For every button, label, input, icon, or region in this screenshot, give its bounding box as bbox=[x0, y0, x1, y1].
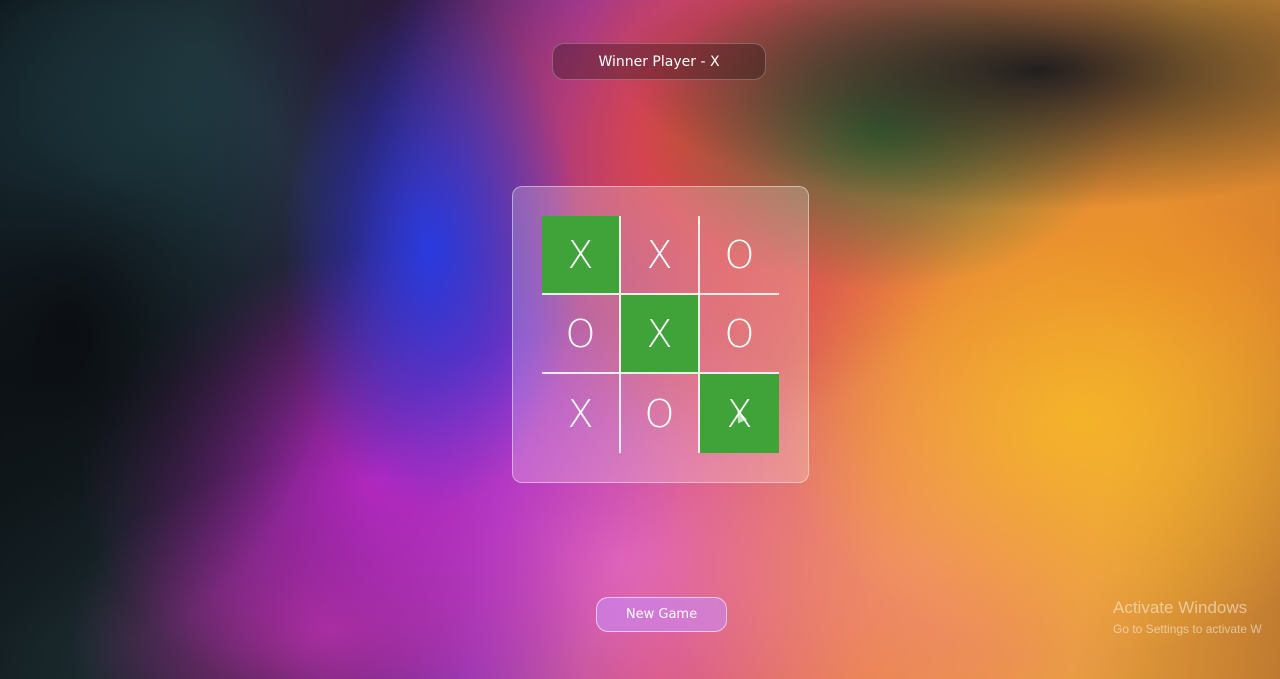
board-cell-7[interactable]: X bbox=[542, 374, 621, 453]
board-cell-2[interactable]: X bbox=[621, 216, 700, 295]
winner-status: Winner Player - X bbox=[552, 43, 766, 80]
winner-status-text: Winner Player - X bbox=[598, 53, 720, 70]
board-cell-1[interactable]: X bbox=[542, 216, 621, 295]
watermark-subtitle: Go to Settings to activate W bbox=[1113, 622, 1262, 636]
board-cell-5[interactable]: X bbox=[621, 295, 700, 374]
board-cell-3[interactable]: O bbox=[700, 216, 779, 295]
activate-windows-watermark: Activate Windows Go to Settings to activ… bbox=[1113, 598, 1280, 640]
board-cell-6[interactable]: O bbox=[700, 295, 779, 374]
new-game-button[interactable]: New Game bbox=[596, 597, 727, 632]
board-cell-8[interactable]: O bbox=[621, 374, 700, 453]
board-panel: X X O O X O X O X bbox=[512, 186, 809, 483]
watermark-title: Activate Windows bbox=[1113, 598, 1248, 617]
game-screen: Winner Player - X X X O O X O X O X New … bbox=[0, 0, 1280, 679]
new-game-label: New Game bbox=[625, 607, 698, 622]
board-cell-4[interactable]: O bbox=[542, 295, 621, 374]
